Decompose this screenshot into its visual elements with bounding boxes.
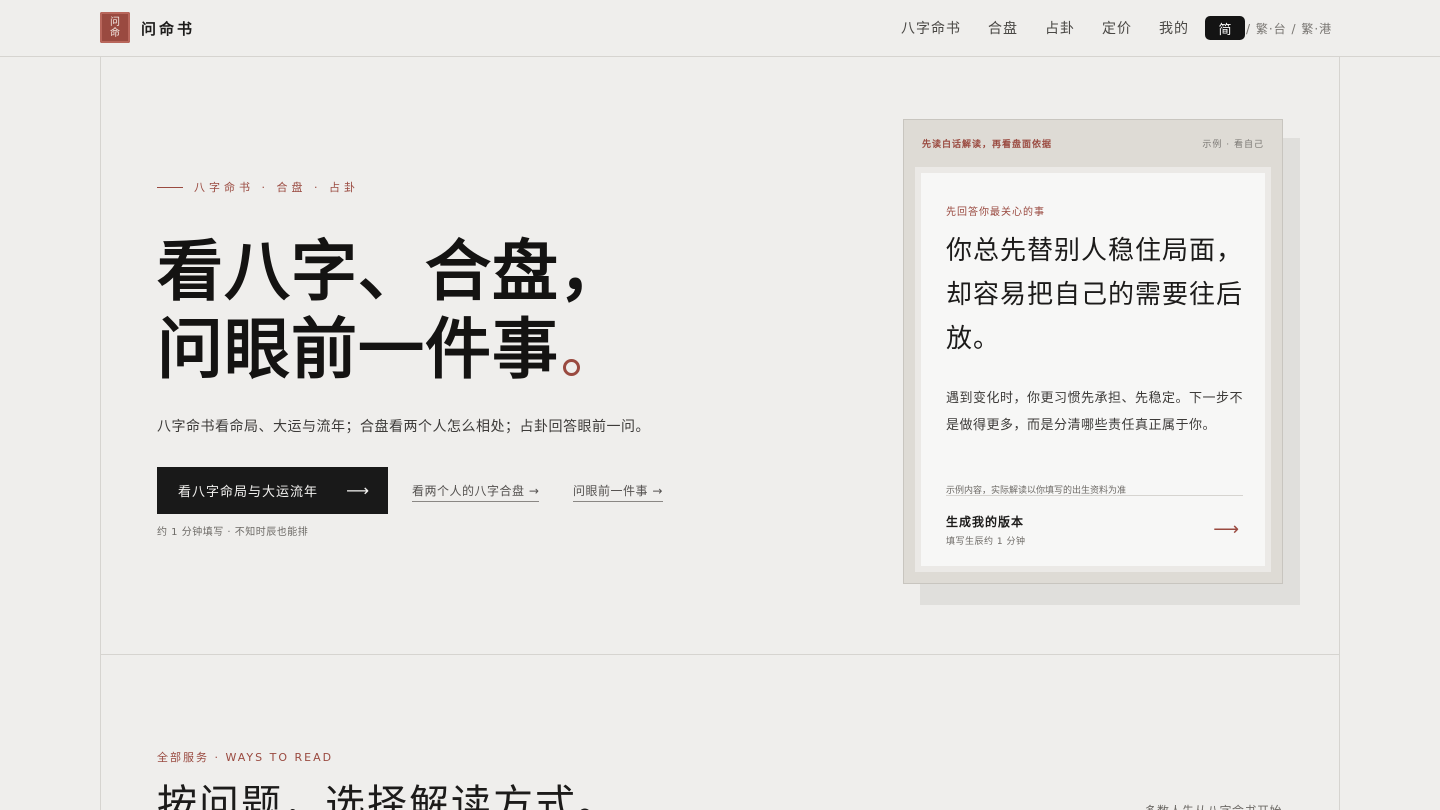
nav-item-divination[interactable]: 占卦 <box>1045 18 1075 38</box>
hero-subtitle: 八字命书看命局、大运与流年；合盘看两个人怎么相处；占卦回答眼前一问。 <box>157 419 650 435</box>
ask-question-link[interactable]: 问眼前一件事 → <box>573 482 663 502</box>
generate-subtitle: 填写生辰约 1 分钟 <box>946 537 1026 547</box>
services-kicker: 全部服务 · WAYS TO READ <box>157 751 334 764</box>
nav-item-mine[interactable]: 我的 <box>1159 18 1189 38</box>
card-eyebrow: 先回答你最关心的事 <box>946 207 1045 218</box>
language-traditional-options[interactable]: / 繁·台 / 繁·港 <box>1246 20 1332 37</box>
start-bazi-button[interactable]: 看八字命局与大运流年 ⟶ <box>157 467 388 514</box>
generate-my-version-button[interactable]: 生成我的版本 <box>946 513 1024 530</box>
headline-line-2: 问眼前一件事 <box>157 310 559 388</box>
sample-reading-paper: 先回答你最关心的事 你总先替别人稳住局面，却容易把自己的需要往后放。 遇到变化时… <box>915 167 1271 572</box>
cta-label: 看八字命局与大运流年 <box>178 485 319 500</box>
frame-left-line <box>100 57 101 810</box>
frame-right-line <box>1339 57 1340 810</box>
logo-seal-icon[interactable]: 问 命 <box>100 12 130 43</box>
arrow-right-icon: ⟶ <box>346 481 370 500</box>
card-quote: 你总先替别人稳住局面，却容易把自己的需要往后放。 <box>946 236 1244 354</box>
card-divider <box>946 495 1243 496</box>
hero-headline: 看八字、合盘， 问眼前一件事 <box>157 232 626 388</box>
card-header-right: 示例 · 看自己 <box>1202 140 1264 150</box>
logo-glyph-top: 问 <box>110 16 120 28</box>
sample-reading-card: 先读白话解读，再看盘面依据 示例 · 看自己 先回答你最关心的事 你总先替别人稳… <box>903 119 1283 584</box>
arrow-right-icon[interactable]: ⟶ <box>1213 519 1239 540</box>
card-header-left: 先读白话解读，再看盘面依据 <box>922 140 1053 150</box>
main-nav: 八字命书 合盘 占卦 定价 我的 <box>901 18 1189 38</box>
services-note: 多数人先从八字命书开始 <box>1144 802 1282 810</box>
hero-kicker: 八字命书 · 合盘 · 占卦 <box>157 179 359 195</box>
logo-glyph-bottom: 命 <box>110 27 120 39</box>
headline-line-2-wrap: 问眼前一件事 <box>157 310 626 388</box>
period-dot-icon <box>563 359 580 376</box>
nav-item-bazi[interactable]: 八字命书 <box>901 18 961 38</box>
language-simplified-button[interactable]: 简 <box>1205 16 1245 40</box>
nav-item-pricing[interactable]: 定价 <box>1102 18 1132 38</box>
kicker-text: 八字命书 · 合盘 · 占卦 <box>194 181 359 194</box>
nav-item-compatibility[interactable]: 合盘 <box>988 18 1018 38</box>
compatibility-link[interactable]: 看两个人的八字合盘 → <box>412 482 540 502</box>
headline-line-1: 看八字、合盘， <box>157 232 626 310</box>
services-title: 按问题，选择解读方式。 <box>157 782 619 810</box>
card-body: 遇到变化时，你更习惯先承担、先稳定。下一步不是做得更多，而是分清哪些责任真正属于… <box>946 391 1244 433</box>
hero-note: 约 1 分钟填写 · 不知时辰也能排 <box>157 527 309 538</box>
section-divider <box>100 654 1340 655</box>
kicker-rule <box>157 186 183 188</box>
top-navigation-bar: 问 命 问命书 八字命书 合盘 占卦 定价 我的 简 / 繁·台 / 繁·港 <box>0 0 1440 57</box>
brand-name[interactable]: 问命书 <box>141 18 195 39</box>
